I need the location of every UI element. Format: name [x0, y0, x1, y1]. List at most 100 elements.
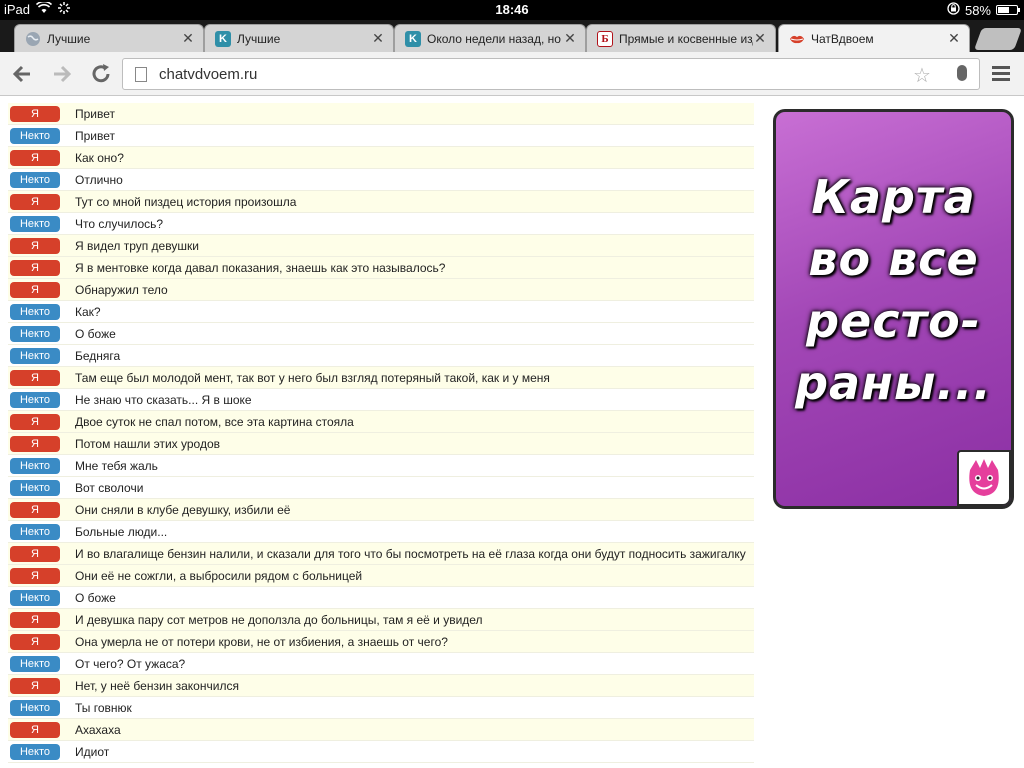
tab-3[interactable]: K Около недели назад, но ✕: [394, 24, 586, 52]
sender-badge-me: Я: [10, 260, 60, 276]
chat-message: Я Нет, у неё бензин закончился: [8, 675, 754, 697]
sender-badge-me: Я: [10, 722, 60, 738]
forward-arrow-icon: [54, 65, 72, 83]
status-bar: iPad 18:46 58%: [0, 0, 1024, 20]
tab-title: Лучшие: [237, 31, 281, 46]
ad-line: во все: [808, 232, 979, 286]
microphone-icon[interactable]: [957, 65, 967, 81]
chat-message: Я Потом нашли этих уродов: [8, 433, 754, 455]
sender-badge-other: Некто: [10, 700, 60, 716]
chat-message: Некто Бедняга: [8, 345, 754, 367]
sender-badge-me: Я: [10, 546, 60, 562]
sender-badge-me: Я: [10, 678, 60, 694]
lips-icon: [789, 31, 805, 47]
chat-message: Некто Вот сволочи: [8, 477, 754, 499]
ad-logo-icon: [957, 450, 1011, 506]
sender-badge-me: Я: [10, 568, 60, 584]
close-icon[interactable]: ✕: [371, 30, 385, 47]
message-text: Ахахаха: [75, 723, 121, 737]
ad-banner[interactable]: Карта во все ресто- раны...: [773, 109, 1014, 509]
sender-badge-me: Я: [10, 282, 60, 298]
message-text: О боже: [75, 327, 116, 341]
sender-badge-other: Некто: [10, 480, 60, 496]
rotation-lock-icon: [947, 2, 960, 18]
sender-badge-other: Некто: [10, 458, 60, 474]
chat-message: Я Обнаружил тело: [8, 279, 754, 301]
chat-message: Некто О боже: [8, 323, 754, 345]
sender-badge-other: Некто: [10, 128, 60, 144]
message-text: Нет, у неё бензин закончился: [75, 679, 239, 693]
tab-5-active[interactable]: ЧатВдвоем ✕: [778, 24, 970, 52]
address-bar[interactable]: chatvdvoem.ru ☆: [122, 58, 980, 90]
message-text: Я видел труп девушки: [75, 239, 199, 253]
tab-title: Лучшие: [47, 31, 91, 46]
sender-badge-me: Я: [10, 238, 60, 254]
chat-message: Я Как оно?: [8, 147, 754, 169]
message-text: От чего? От ужаса?: [75, 657, 186, 671]
reload-button[interactable]: [89, 62, 113, 86]
sender-badge-other: Некто: [10, 524, 60, 540]
chat-message: Я Двое суток не спал потом, все эта карти…: [8, 411, 754, 433]
message-text: Не знаю что сказать... Я в шоке: [75, 393, 252, 407]
tab-strip: Лучшие ✕ K Лучшие ✕ K Около недели назад…: [0, 20, 1024, 52]
back-arrow-icon: [12, 65, 30, 83]
message-text: Она умерла не от потери крови, не от изб…: [75, 635, 448, 649]
chat-message: Я Они сняли в клубе девушку, избили её: [8, 499, 754, 521]
sender-badge-me: Я: [10, 436, 60, 452]
new-tab-button[interactable]: [973, 28, 1023, 50]
tab-title: Около недели назад, но: [427, 31, 561, 46]
chat-message: Некто Ты говнюк: [8, 697, 754, 719]
menu-icon[interactable]: [992, 66, 1010, 82]
bookmark-star-icon[interactable]: ☆: [913, 63, 931, 88]
sender-badge-me: Я: [10, 150, 60, 166]
sender-badge-other: Некто: [10, 590, 60, 606]
tab-title: ЧатВдвоем: [811, 31, 874, 46]
close-icon[interactable]: ✕: [753, 30, 767, 47]
url-text[interactable]: chatvdvoem.ru: [159, 66, 257, 83]
message-text: И во влагалище бензин налили, и сказали …: [75, 547, 746, 561]
sender-badge-me: Я: [10, 194, 60, 210]
tab-1[interactable]: Лучшие ✕: [14, 24, 204, 52]
chat-message: Я И девушка пару сот метров не доползла д…: [8, 609, 754, 631]
message-text: Как оно?: [75, 151, 124, 165]
chat-message: Я И во влагалище бензин налили, и сказали…: [8, 543, 754, 565]
chat-message: Некто Отлично: [8, 169, 754, 191]
sender-badge-other: Некто: [10, 172, 60, 188]
chat-message: Я Я в ментовке когда давал показания, зна…: [8, 257, 754, 279]
clock: 18:46: [495, 2, 529, 17]
sender-badge-me: Я: [10, 612, 60, 628]
message-text: Обнаружил тело: [75, 283, 168, 297]
chat-message: Я Они её не сожгли, а выбросили рядом с б…: [8, 565, 754, 587]
chat-message: Я Она умерла не от потери крови, не от из…: [8, 631, 754, 653]
message-text: Потом нашли этих уродов: [75, 437, 221, 451]
close-icon[interactable]: ✕: [947, 30, 961, 47]
tab-4[interactable]: Б Прямые и косвенные изд ✕: [586, 24, 776, 52]
message-text: Они сняли в клубе девушку, избили её: [75, 503, 291, 517]
sender-badge-other: Некто: [10, 348, 60, 364]
chat-message: Некто Больные люди...: [8, 521, 754, 543]
message-text: Мне тебя жаль: [75, 459, 158, 473]
back-button[interactable]: [10, 62, 34, 86]
sender-badge-other: Некто: [10, 304, 60, 320]
page-content: Я Привет Некто Привет Я Как оно? Некто Отлично Я…: [0, 97, 1024, 768]
forward-button[interactable]: [50, 62, 74, 86]
sender-badge-me: Я: [10, 370, 60, 386]
message-text: Ты говнюк: [75, 701, 132, 715]
tab-title: Прямые и косвенные изд: [619, 31, 753, 46]
message-text: Привет: [75, 129, 116, 143]
tab-2[interactable]: K Лучшие ✕: [204, 24, 394, 52]
chat-message: Некто Привет: [8, 125, 754, 147]
close-icon[interactable]: ✕: [563, 30, 577, 47]
chat-message: Я Ахахаха: [8, 719, 754, 741]
battery-percent: 58%: [964, 2, 991, 18]
chat-message: Некто Не знаю что сказать... Я в шоке: [8, 389, 754, 411]
sender-badge-other: Некто: [10, 656, 60, 672]
message-text: И девушка пару сот метров не доползла до…: [75, 613, 483, 627]
battery-icon: [996, 5, 1020, 15]
chat-message: Некто Как?: [8, 301, 754, 323]
chat-message: Я Привет: [8, 103, 754, 125]
browser-toolbar: chatvdvoem.ru ☆: [0, 52, 1024, 96]
chat-message: Некто О боже: [8, 587, 754, 609]
close-icon[interactable]: ✕: [181, 30, 195, 47]
message-text: Они её не сожгли, а выбросили рядом с бо…: [75, 569, 363, 583]
